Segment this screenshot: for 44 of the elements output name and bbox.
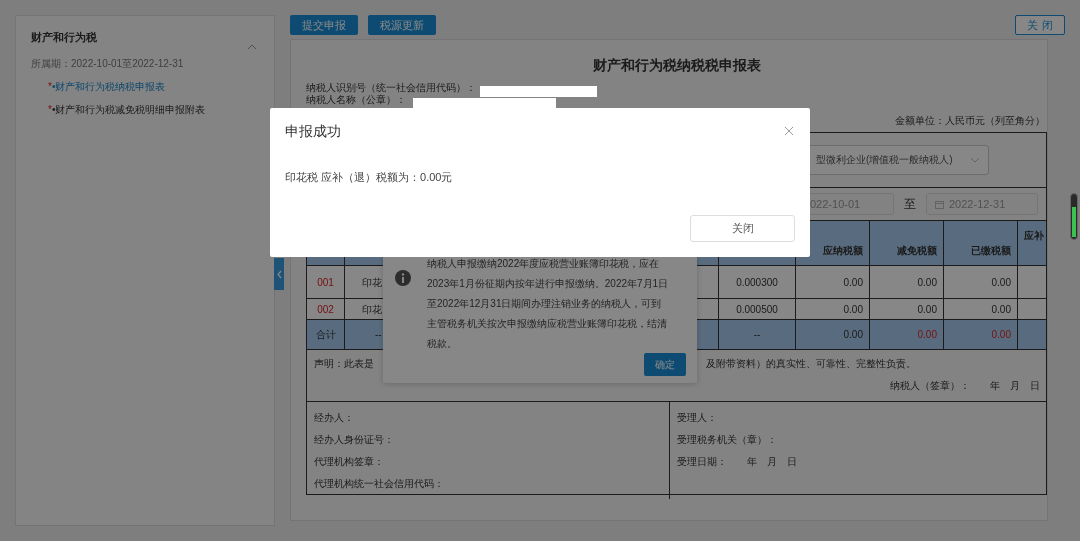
dialog-message: 印花税 应补（退）税额为：0.00元: [285, 170, 454, 184]
sidebar-title: 财产和行为税: [31, 30, 97, 44]
notice-text: 至2022年12月31日期间办理注销业务的纳税人，可到: [427, 297, 662, 311]
field-label: 代理机构签章：: [314, 455, 384, 468]
taxpayer-name-label: 纳税人名称（公章）：: [306, 94, 406, 106]
field-label: 经办人：: [314, 411, 354, 424]
required-mark: *: [48, 80, 52, 94]
confirm-button[interactable]: 确定: [644, 353, 686, 376]
field-label: 受理人：: [677, 411, 717, 424]
close-button[interactable]: 关 闭: [1015, 15, 1065, 35]
declaration-text: 及附带资料）的真实性、可靠性、完整性负责。: [706, 357, 916, 371]
field-label: 受理日期： 年 月 日: [677, 455, 797, 468]
sidebar-item[interactable]: •财产和行为税纳税申报表: [51, 80, 166, 94]
field-label: 受理税务机关（章）：: [677, 433, 777, 446]
notice-text: 主管税务机关按次申报缴纳应税营业账簿印花税，结清: [427, 317, 667, 331]
dialog-title: 申报成功: [285, 122, 341, 140]
notice-text: 2023年1月份征期内按年进行申报缴纳。2022年7月1日: [427, 277, 669, 291]
toolbar-button[interactable]: 提交申报: [290, 15, 358, 35]
required-mark: *: [48, 103, 52, 117]
period-text: 所属期：2022-10-01至2022-12-31: [31, 57, 185, 71]
close-icon[interactable]: [783, 125, 795, 137]
chevron-left-icon: [276, 269, 282, 279]
notice-text: 纳税人申报缴纳2022年度应税营业账簿印花税，应在: [427, 257, 660, 271]
table-cell: 0.00: [796, 320, 870, 349]
collapse-tab[interactable]: [274, 258, 284, 290]
toolbar-button[interactable]: 税源更新: [368, 15, 436, 35]
unit-text: 金额单位：人民币元（列至角分）: [894, 114, 1046, 127]
table-cell: 0.00: [944, 320, 1018, 349]
sidebar-item[interactable]: •财产和行为税减免税明细申报附表: [51, 103, 206, 117]
form-title: 财产和行为税纳税税申报表: [591, 56, 762, 75]
table-cell: --: [719, 320, 796, 349]
scroll-indicator-icon: [1070, 193, 1078, 240]
notice-text: 税款。: [427, 337, 457, 351]
field-label: 经办人身份证号：: [314, 433, 394, 446]
calendar-icon: [935, 199, 944, 209]
chevron-down-icon: [970, 157, 980, 163]
declaration-text: 声明：此表是: [314, 357, 374, 371]
dialog-close-button[interactable]: 关闭: [690, 215, 795, 242]
total-label: 合计: [307, 320, 345, 349]
period-separator: 至: [903, 195, 917, 213]
signature-text: 纳税人（签章）： 年 月 日: [890, 379, 1040, 393]
info-icon: [395, 270, 411, 286]
table-cell: 0.00: [870, 320, 944, 349]
chevron-up-icon[interactable]: [247, 44, 257, 50]
